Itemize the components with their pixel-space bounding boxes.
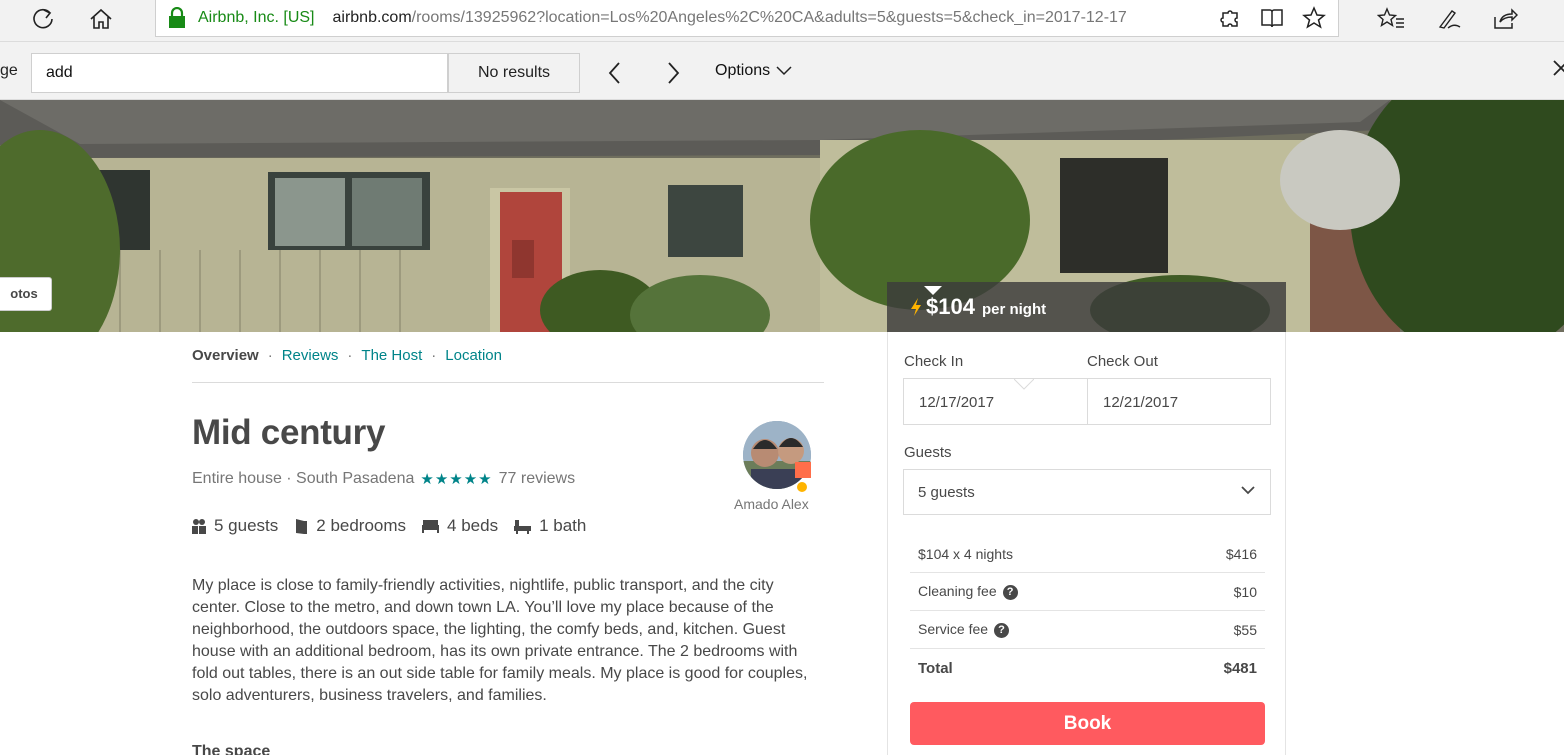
caret-icon [924, 286, 942, 295]
guests-icon [192, 519, 206, 534]
price-banner: $104 per night [887, 282, 1286, 332]
guests-select[interactable]: 5 guests [903, 469, 1271, 515]
price-unit: per night [981, 300, 1047, 318]
bedrooms-amenity: 2 bedrooms [294, 516, 406, 536]
beds-count: 4 beds [447, 516, 499, 535]
door-icon [296, 518, 308, 534]
find-bar: ge add No results Options [0, 42, 1564, 100]
share-icon[interactable] [1490, 4, 1520, 34]
nightly-price: $104 [926, 294, 975, 319]
hero-photo[interactable] [0, 100, 1564, 332]
check-out-label: Check Out [1087, 353, 1158, 370]
site-identity[interactable]: Airbnb, Inc. [US] [198, 9, 315, 27]
extension-icon[interactable] [1216, 4, 1244, 32]
amenities-summary: 5 guests 2 bedrooms 4 beds 1 bath [192, 516, 586, 536]
baths-amenity: 1 bath [514, 516, 586, 536]
cleaning-fee-row: Cleaning fee? $10 [910, 573, 1265, 611]
review-count-link[interactable]: 77 reviews [499, 470, 575, 488]
host-name[interactable]: Amado Alex [734, 496, 809, 512]
listing-subnav: Overview · Reviews · The Host · Location [192, 347, 824, 383]
fee-amount: $10 [1233, 583, 1257, 600]
home-icon[interactable] [86, 4, 116, 34]
help-icon[interactable]: ? [1002, 584, 1018, 600]
guests-count: 5 guests [214, 516, 279, 535]
find-input[interactable]: add [31, 53, 448, 93]
tab-reviews[interactable]: Reviews [282, 347, 339, 382]
chevron-down-icon [1241, 486, 1255, 495]
bed-icon [422, 520, 440, 533]
fee-amount: $55 [1233, 621, 1257, 638]
url-path: /rooms/13925962?location=Los%20Angeles%2… [411, 9, 1127, 26]
url-text[interactable]: airbnb.com/rooms/13925962?location=Los%2… [333, 9, 1127, 27]
listing-title: Mid century [192, 413, 386, 452]
lightning-icon [911, 298, 921, 316]
fee-label: Cleaning fee [918, 583, 997, 600]
guests-label: Guests [904, 444, 952, 461]
bathtub-icon [514, 519, 532, 534]
fee-label: $104 x 4 nights [918, 545, 1013, 562]
host-avatar[interactable] [743, 421, 811, 489]
help-icon[interactable]: ? [994, 622, 1010, 638]
listing-subtitle: Entire house · South Pasadena ★★★★★ 77 r… [192, 470, 575, 488]
listing-description: My place is close to family-friendly act… [192, 577, 808, 704]
fee-label: Service fee [918, 621, 989, 638]
find-results-count: No results [448, 53, 580, 93]
nav-separator: · [267, 347, 273, 364]
find-label: ge [0, 62, 18, 79]
baths-count: 1 bath [539, 516, 587, 535]
address-bar[interactable]: Airbnb, Inc. [US] airbnb.com/rooms/13925… [155, 0, 1339, 37]
favorite-star-icon[interactable] [1300, 4, 1328, 32]
nav-separator: · [431, 347, 437, 364]
find-options-label: Options [715, 62, 771, 79]
url-host: airbnb.com [332, 9, 412, 26]
price-breakdown: $104 x 4 nights $416 Cleaning fee? $10 S… [910, 535, 1265, 687]
booking-panel: Check In Check Out 12/17/2017 12/21/2017… [887, 332, 1286, 755]
tab-the-host[interactable]: The Host [361, 347, 422, 382]
pen-notes-icon[interactable] [1434, 4, 1464, 34]
view-photos-button[interactable]: otos [0, 277, 52, 311]
favorites-list-icon[interactable] [1376, 4, 1406, 34]
browser-toolbar: Airbnb, Inc. [US] airbnb.com/rooms/13925… [0, 0, 1564, 42]
bedrooms-count: 2 bedrooms [316, 516, 407, 535]
close-icon[interactable] [1552, 58, 1564, 84]
book-button[interactable]: Book [910, 702, 1265, 745]
find-previous-button[interactable] [598, 56, 632, 90]
status-dot [797, 482, 807, 492]
check-in-field[interactable]: 12/17/2017 [904, 379, 1087, 424]
find-options-button[interactable]: Options [715, 62, 792, 80]
check-out-field[interactable]: 12/21/2017 [1087, 379, 1270, 424]
tab-overview[interactable]: Overview [192, 347, 259, 382]
find-next-button[interactable] [656, 56, 690, 90]
guests-select-value: 5 guests [918, 484, 975, 501]
rating-stars[interactable]: ★★★★★ [420, 470, 492, 488]
fee-amount: $416 [1225, 545, 1257, 562]
tab-location[interactable]: Location [445, 347, 502, 382]
total-label: Total [918, 659, 953, 677]
listing-type: Entire house · South Pasadena [192, 470, 415, 487]
date-range-picker: 12/17/2017 12/21/2017 [903, 378, 1271, 425]
refresh-icon[interactable] [28, 4, 58, 34]
chevron-down-icon [776, 66, 792, 76]
total-amount: $481 [1223, 659, 1257, 677]
beds-amenity: 4 beds [422, 516, 498, 536]
total-row: Total $481 [910, 649, 1265, 687]
reading-view-icon[interactable] [1258, 4, 1286, 32]
service-fee-row: Service fee? $55 [910, 611, 1265, 649]
superhost-badge-icon [795, 462, 811, 478]
nav-separator: · [347, 347, 353, 364]
lock-icon [166, 7, 188, 29]
guests-amenity: 5 guests [192, 516, 278, 536]
check-in-label: Check In [904, 353, 964, 370]
nightly-fee-row: $104 x 4 nights $416 [910, 535, 1265, 573]
space-heading: The space [192, 743, 271, 755]
date-caret-icon [1014, 379, 1034, 390]
